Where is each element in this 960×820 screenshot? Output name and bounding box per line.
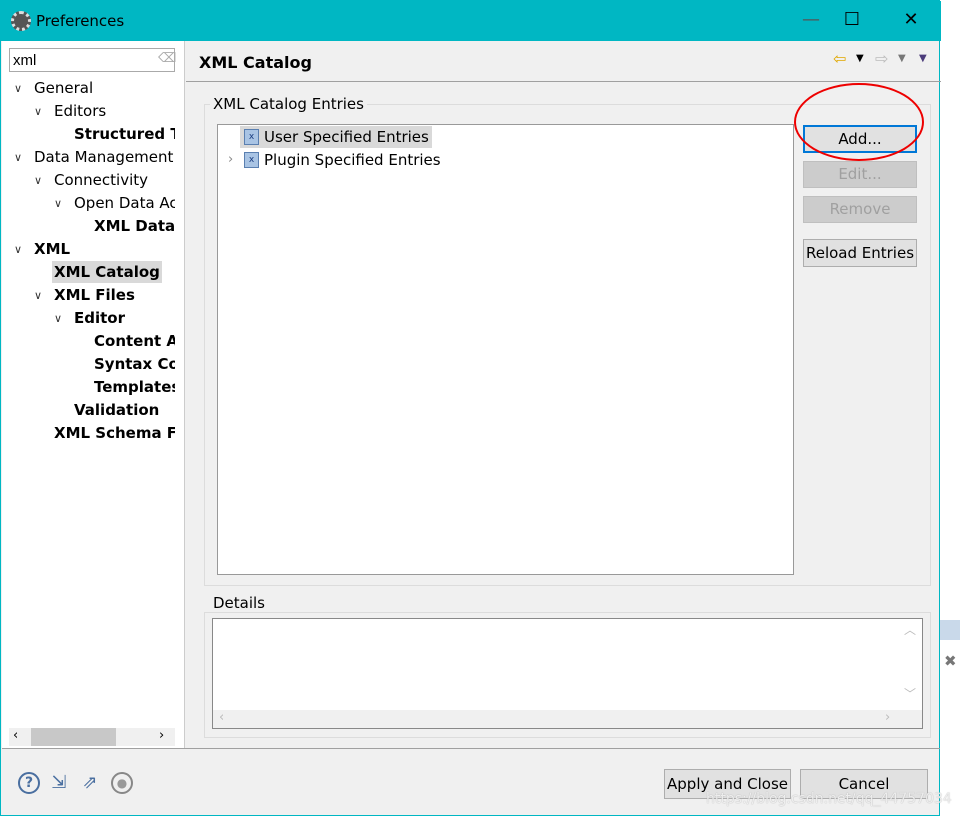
remove-button[interactable]: Remove (803, 196, 917, 223)
eclipse-icon (11, 11, 31, 31)
edit-button[interactable]: Edit... (803, 161, 917, 188)
window-title: Preferences (36, 12, 125, 30)
tree-item[interactable]: Open Data Ac (72, 192, 175, 214)
scroll-right-icon[interactable]: › (885, 710, 890, 725)
forward-icon[interactable]: ⇨ (875, 49, 888, 68)
title-bar: Preferences — ☐ ✕ (1, 1, 941, 41)
tree-item[interactable]: Editor (72, 307, 127, 329)
back-icon[interactable]: ⇦ (833, 49, 846, 68)
expand-chevron-icon[interactable]: ∨ (14, 243, 22, 256)
clear-filter-icon[interactable]: ⌫ (158, 51, 176, 66)
tree-item[interactable]: Validation (72, 399, 161, 421)
divider (186, 81, 941, 82)
scroll-up-icon[interactable]: ︿ (904, 621, 916, 638)
expand-chevron-icon[interactable]: ∨ (34, 105, 42, 118)
maximize-button[interactable]: ☐ (832, 9, 872, 30)
background-editor (940, 0, 960, 820)
tree-item[interactable]: Content As (92, 330, 175, 352)
tree-item[interactable]: XML Data S (92, 215, 175, 237)
tree-item[interactable]: Data Management (32, 146, 175, 168)
entry-label: Plugin Specified Entries (264, 151, 441, 169)
close-button[interactable]: ✕ (891, 9, 931, 30)
expand-chevron-icon[interactable]: ∨ (54, 312, 62, 325)
scroll-right-icon[interactable]: › (159, 728, 164, 743)
details-label: Details (210, 594, 269, 612)
xml-catalog-icon: x (244, 152, 259, 168)
page-title: XML Catalog (199, 53, 312, 72)
tree-item[interactable]: Structured Te (72, 123, 175, 145)
preferences-window: Preferences — ☐ ✕ ⌫ ∨ General ∨ EditorsStru… (0, 0, 952, 816)
forward-menu-icon[interactable]: ▼ (898, 53, 906, 64)
minimize-button[interactable]: — (791, 9, 831, 30)
tree-item[interactable]: XML (32, 238, 72, 260)
expand-chevron-icon[interactable]: › (228, 152, 233, 167)
tree-item[interactable]: Editors (52, 100, 108, 122)
horizontal-scrollbar[interactable] (213, 710, 922, 728)
catalog-entries-label: XML Catalog Entries (210, 95, 367, 113)
plugin-specified-entries[interactable]: x Plugin Specified Entries (240, 149, 444, 171)
watermark: https://blog.csdn.net/qq_44757034 (706, 791, 952, 807)
view-menu-icon[interactable]: ▼ (919, 53, 927, 64)
entry-label: User Specified Entries (264, 128, 429, 146)
filter-input[interactable] (9, 48, 175, 72)
scroll-left-icon[interactable]: ‹ (13, 728, 18, 743)
tree-item[interactable]: General (32, 77, 95, 99)
tree-item[interactable]: XML Schema File (52, 422, 175, 444)
background-tab (940, 620, 960, 640)
tree-item[interactable]: XML Catalog (52, 261, 162, 283)
expand-chevron-icon[interactable]: ∨ (14, 151, 22, 164)
expand-chevron-icon[interactable]: ∨ (14, 82, 22, 95)
details-text-area[interactable]: ︿ ﹀ ‹ › (212, 618, 923, 729)
xml-catalog-icon: x (244, 129, 259, 145)
scrollbar-thumb[interactable] (31, 728, 116, 746)
tree-item[interactable]: XML Files (52, 284, 137, 306)
scroll-left-icon[interactable]: ‹ (219, 710, 224, 725)
tree-item[interactable]: Syntax Col (92, 353, 175, 375)
import-icon[interactable]: ⇲ (48, 772, 70, 794)
tree-item[interactable]: Templates (92, 376, 175, 398)
export-icon[interactable]: ⇗ (79, 772, 101, 794)
scroll-down-icon[interactable]: ﹀ (904, 685, 916, 702)
catalog-entries-tree[interactable]: x User Specified Entries › x Plugin Specif… (217, 124, 794, 575)
reload-entries-button[interactable]: Reload Entries (803, 239, 917, 267)
expand-chevron-icon[interactable]: ∨ (34, 174, 42, 187)
record-icon[interactable]: ● (111, 772, 133, 794)
footer-divider (2, 748, 940, 749)
red-annotation-circle (794, 83, 924, 161)
background-close-icon: ✖ (944, 652, 957, 670)
tree-item[interactable]: Connectivity (52, 169, 150, 191)
expand-chevron-icon[interactable]: ∨ (54, 197, 62, 210)
expand-chevron-icon[interactable]: ∨ (34, 289, 42, 302)
user-specified-entries[interactable]: x User Specified Entries (240, 126, 432, 148)
help-icon[interactable]: ? (18, 772, 40, 794)
back-menu-icon[interactable]: ▼ (856, 53, 864, 64)
